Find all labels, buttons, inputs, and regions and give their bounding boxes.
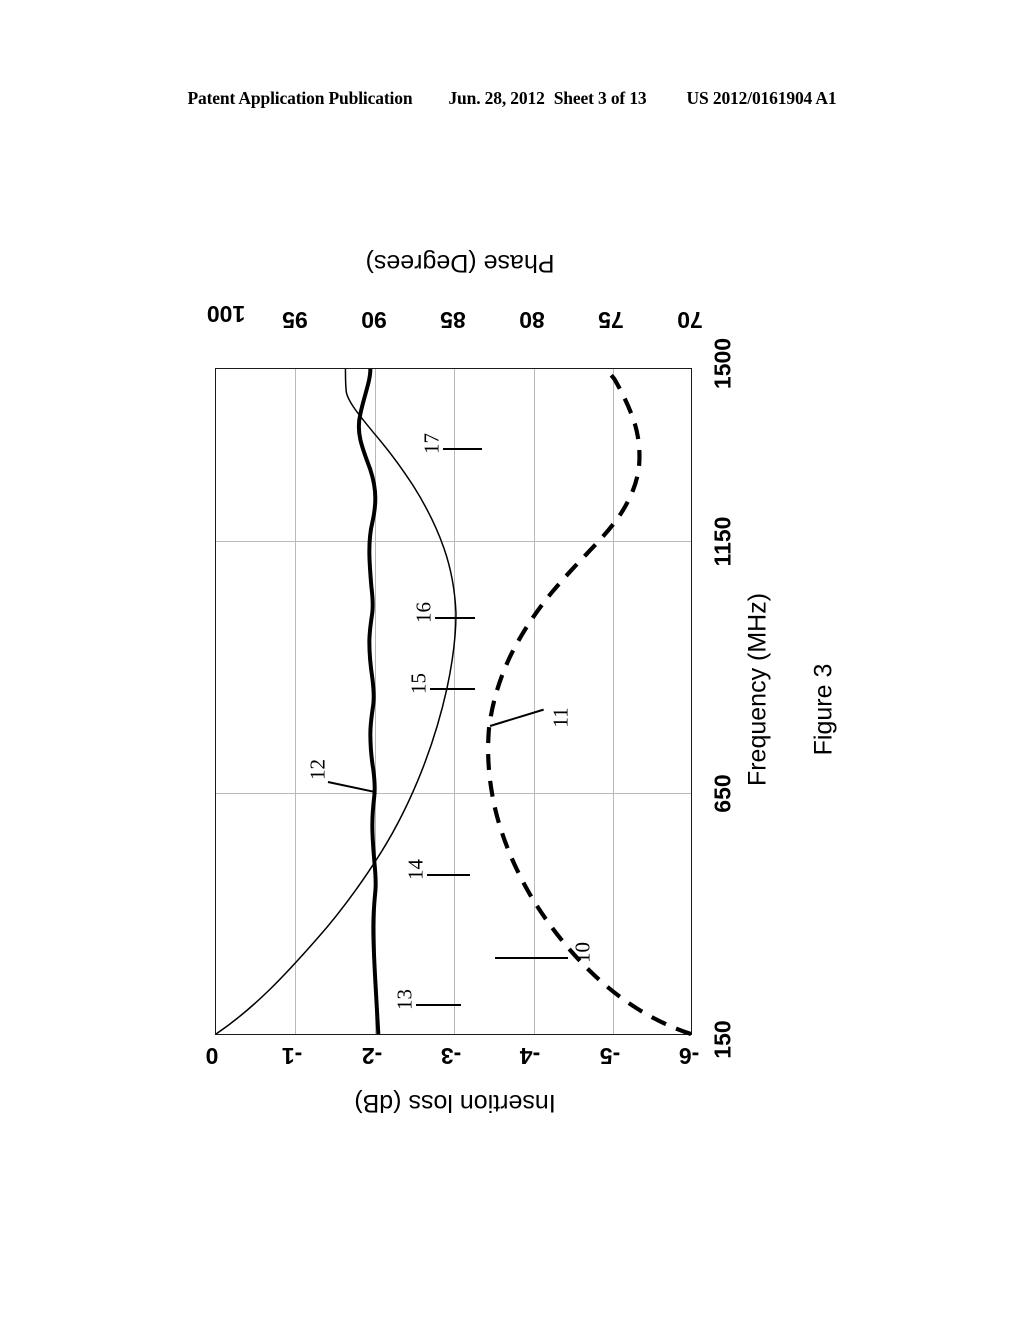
insertion-loss-axis-title: Insertion loss (dB) [354, 1089, 556, 1117]
figure-caption: Figure 3 [809, 663, 838, 756]
patent-number: US 2012/0161904 A1 [686, 88, 837, 108]
db-tick--2: -2 [361, 1043, 383, 1069]
curve-12-path [356, 368, 381, 1035]
callout-17: 17 [419, 433, 444, 454]
leader-line-17 [443, 448, 482, 450]
curve-11-path [486, 367, 692, 1036]
db-tick--3: -3 [440, 1043, 462, 1069]
phase-tick-100: 100 [206, 301, 246, 327]
callout-13: 13 [392, 989, 417, 1010]
phase-tick-90: 90 [361, 307, 387, 333]
sheet-number: Sheet 3 of 13 [553, 88, 647, 108]
callout-14: 14 [403, 859, 428, 880]
db-tick--1: -1 [281, 1043, 303, 1069]
phase-tick-95: 95 [282, 307, 308, 333]
callout-10: 10 [570, 942, 595, 963]
leader-line-15 [430, 688, 475, 690]
callout-11: 11 [548, 707, 573, 728]
page-header: Patent Application Publication Jun. 28, … [0, 88, 1024, 118]
publication-title: Patent Application Publication [187, 88, 413, 108]
callout-12: 12 [305, 759, 330, 780]
callout-15: 15 [406, 673, 431, 694]
leader-line-13 [416, 1004, 461, 1006]
db-tick--4: -4 [519, 1043, 541, 1069]
freq-tick-1500: 1500 [709, 337, 736, 390]
callout-16: 16 [411, 602, 436, 623]
plot-area: 12 17 16 15 11 14 10 13 [215, 367, 692, 1036]
phase-tick-85: 85 [440, 307, 466, 333]
frequency-axis-title: Frequency (MHz) [743, 592, 772, 787]
curve-10-path [215, 368, 457, 1035]
chart-curves [215, 367, 692, 1036]
publication-date: Jun. 28, 2012 [448, 88, 545, 108]
leader-line-10 [495, 957, 568, 959]
db-tick-0: 0 [205, 1043, 219, 1069]
publication-date-sheet: Jun. 28, 2012 Sheet 3 of 13 [448, 88, 646, 109]
freq-tick-150: 150 [709, 1020, 736, 1059]
figure-3: Phase (Degrees) 100 95 90 85 80 75 70 12… [0, 150, 1024, 1250]
freq-tick-1150: 1150 [709, 516, 736, 567]
phase-tick-70: 70 [677, 307, 703, 333]
phase-tick-80: 80 [519, 307, 545, 333]
freq-tick-650: 650 [709, 774, 736, 813]
leader-line-16 [435, 617, 475, 619]
leader-line-14 [427, 874, 470, 876]
db-tick--5: -5 [599, 1043, 621, 1069]
phase-tick-75: 75 [598, 307, 624, 333]
db-tick--6: -6 [678, 1043, 700, 1069]
phase-axis-title: Phase (Degrees) [365, 249, 555, 277]
